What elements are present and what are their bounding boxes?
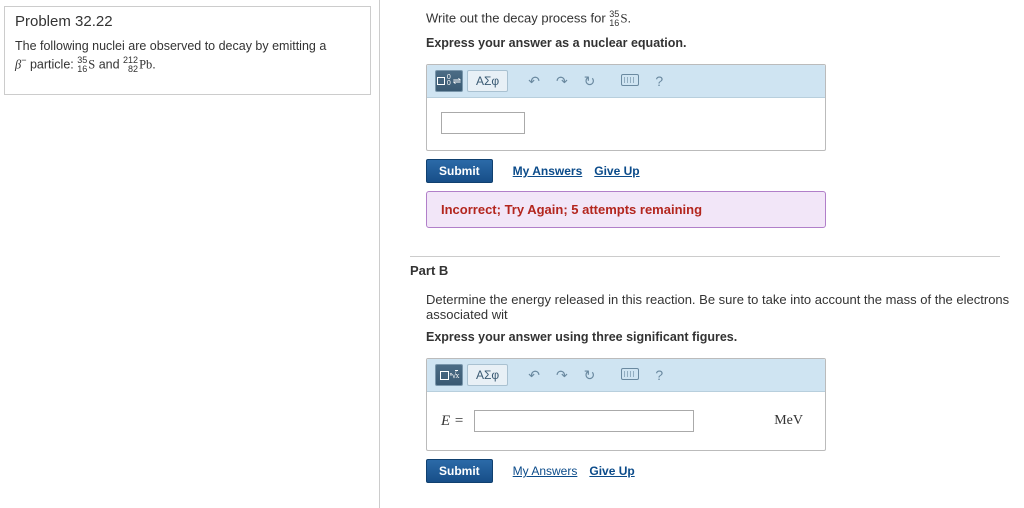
part-b-content: Determine the energy released in this re… <box>410 282 1024 501</box>
greek-button[interactable]: ΑΣφ <box>467 70 508 92</box>
part-a-prompt: Write out the decay process for 3516S. <box>426 10 1024 28</box>
part-b-input-area: E = MeV <box>427 392 825 450</box>
help-icon[interactable]: ? <box>649 73 669 89</box>
part-b-give-up-link[interactable]: Give Up <box>589 464 634 478</box>
right-column: Write out the decay process for 3516S. E… <box>380 0 1024 508</box>
redo-icon[interactable]: ↷ <box>550 367 574 384</box>
part-b-unit: MeV <box>774 413 811 429</box>
greek-button[interactable]: ΑΣφ <box>467 364 508 386</box>
desc-lead: The following nuclei are observed to dec… <box>15 39 326 53</box>
part-b-my-answers-link[interactable]: My Answers <box>513 464 578 478</box>
and-word: and <box>99 57 123 71</box>
part-b-link-group: My Answers Give Up <box>513 464 635 478</box>
part-b-prompt: Determine the energy released in this re… <box>426 292 1024 322</box>
part-a-content: Write out the decay process for 3516S. E… <box>410 0 1024 238</box>
part-a-my-answers-link[interactable]: My Answers <box>513 164 583 178</box>
part-a-toolbar: 00⇌ ΑΣφ ↶ ↷ ↻ ? <box>427 65 825 98</box>
undo-icon[interactable]: ↶ <box>522 73 546 90</box>
part-b-variable: E = <box>441 413 464 430</box>
part-b-toolbar: ⁿ√x ΑΣφ ↶ ↷ ↻ ? <box>427 359 825 392</box>
part-a-nuclide-symbol: S <box>620 10 627 25</box>
beta-minus: − <box>21 55 26 65</box>
part-a-submit-button[interactable]: Submit <box>426 159 493 183</box>
part-b-title: Part B <box>410 263 1024 278</box>
keyboard-icon[interactable] <box>615 367 645 383</box>
part-a-nuclide-indices: 3516 <box>609 10 619 28</box>
part-a-give-up-link[interactable]: Give Up <box>594 164 639 178</box>
template-button[interactable]: 00⇌ <box>435 70 463 92</box>
part-b-submit-button[interactable]: Submit <box>426 459 493 483</box>
part-a-answer-input[interactable] <box>441 112 525 134</box>
template-button[interactable]: ⁿ√x <box>435 364 463 386</box>
problem-statement-box: Problem 32.22 The following nuclei are o… <box>4 6 371 95</box>
part-a-subprompt: Express your answer as a nuclear equatio… <box>426 36 1024 50</box>
part-a-feedback: Incorrect; Try Again; 5 attempts remaini… <box>426 191 826 228</box>
part-a-submit-row: Submit My Answers Give Up <box>426 159 1024 183</box>
reset-icon[interactable]: ↻ <box>578 367 602 384</box>
desc-period: . <box>152 57 155 71</box>
part-a-link-group: My Answers Give Up <box>513 164 640 178</box>
help-icon[interactable]: ? <box>649 367 669 383</box>
nuclide-2-symbol: Pb <box>139 57 152 71</box>
nuclide-1-symbol: S <box>88 57 95 71</box>
keyboard-icon[interactable] <box>615 73 645 89</box>
redo-icon[interactable]: ↷ <box>550 73 574 90</box>
part-a-prompt-tail: . <box>628 10 632 25</box>
part-b-subprompt: Express your answer using three signific… <box>426 330 1024 344</box>
part-b-answer-box: ⁿ√x ΑΣφ ↶ ↷ ↻ ? E = MeV <box>426 358 826 451</box>
part-a-input-area <box>427 98 825 150</box>
nuclide-1-indices: 3516 <box>77 56 87 74</box>
particle-word: particle: <box>30 57 77 71</box>
part-a-answer-box: 00⇌ ΑΣφ ↶ ↷ ↻ ? <box>426 64 826 151</box>
part-a-prompt-lead: Write out the decay process for <box>426 10 609 25</box>
problem-title: Problem 32.22 <box>15 13 360 30</box>
left-column: Problem 32.22 The following nuclei are o… <box>0 0 380 508</box>
part-b-submit-row: Submit My Answers Give Up <box>426 459 1024 483</box>
reset-icon[interactable]: ↻ <box>578 73 602 90</box>
undo-icon[interactable]: ↶ <box>522 367 546 384</box>
separator <box>410 256 1000 257</box>
nuclide-2-indices: 21282 <box>123 56 138 74</box>
part-b-answer-input[interactable] <box>474 410 694 432</box>
problem-description: The following nuclei are observed to dec… <box>15 38 360 74</box>
